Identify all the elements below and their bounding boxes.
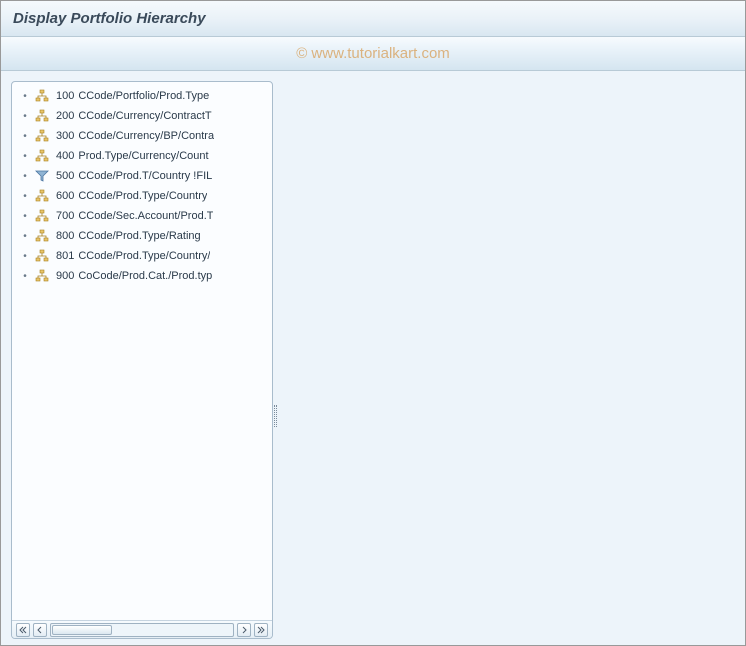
watermark-text: © www.tutorialkart.com (296, 45, 450, 62)
title-bar: Display Portfolio Hierarchy (1, 1, 745, 37)
tree-item-code: 800 (56, 230, 74, 242)
tree-item-code: 801 (56, 250, 74, 262)
tree-item-label: CCode/Currency/BP/Contra (78, 130, 214, 142)
tree-item-label: CCode/Currency/ContractT (78, 110, 211, 122)
bullet-icon: • (20, 211, 30, 222)
right-pane (279, 81, 739, 639)
tree-item[interactable]: • 600 CCode/Prod.Type/Country (16, 186, 272, 206)
bullet-icon: • (20, 231, 30, 242)
toolbar: © www.tutorialkart.com (1, 37, 745, 71)
scroll-last-button[interactable] (254, 623, 268, 637)
tree-panel: • 100 CCode/Portfolio/Prod.Type • 200 CCode/C… (11, 81, 273, 639)
horizontal-scrollbar[interactable] (12, 620, 272, 638)
tree-item[interactable]: • 700 CCode/Sec.Account/Prod.T (16, 206, 272, 226)
scroll-thumb[interactable] (52, 625, 112, 635)
tree-item-code: 900 (56, 270, 74, 282)
content-area: • 100 CCode/Portfolio/Prod.Type • 200 CCode/C… (1, 71, 745, 645)
tree-item-code: 400 (56, 150, 74, 162)
tree-item-label: CCode/Prod.Type/Rating (78, 230, 200, 242)
scroll-right-button[interactable] (237, 623, 251, 637)
tree-item[interactable]: • 300 CCode/Currency/BP/Contra (16, 126, 272, 146)
tree-item-label: CCode/Prod.T/Country !FIL (78, 170, 212, 182)
hierarchy-icon (34, 188, 50, 204)
tree-item[interactable]: • 200 CCode/Currency/ContractT (16, 106, 272, 126)
tree-item-label: CCode/Prod.Type/Country (78, 190, 207, 202)
tree-item-code: 100 (56, 90, 74, 102)
scroll-first-button[interactable] (16, 623, 30, 637)
bullet-icon: • (20, 171, 30, 182)
splitter[interactable] (273, 81, 279, 639)
tree-item-code: 500 (56, 170, 74, 182)
bullet-icon: • (20, 91, 30, 102)
tree-item-label: CCode/Prod.Type/Country/ (78, 250, 210, 262)
bullet-icon: • (20, 251, 30, 262)
tree-item-label: CCode/Portfolio/Prod.Type (78, 90, 209, 102)
tree-item-label: Prod.Type/Currency/Count (78, 150, 208, 162)
tree-body: • 100 CCode/Portfolio/Prod.Type • 200 CCode/C… (12, 82, 272, 620)
tree-item[interactable]: • 800 CCode/Prod.Type/Rating (16, 226, 272, 246)
filter-icon (34, 168, 50, 184)
page-title: Display Portfolio Hierarchy (13, 10, 206, 27)
bullet-icon: • (20, 271, 30, 282)
scroll-track[interactable] (50, 623, 234, 637)
bullet-icon: • (20, 131, 30, 142)
bullet-icon: • (20, 111, 30, 122)
tree-item-code: 700 (56, 210, 74, 222)
tree-item-label: CCode/Sec.Account/Prod.T (78, 210, 213, 222)
hierarchy-icon (34, 148, 50, 164)
tree-item[interactable]: • 801 CCode/Prod.Type/Country/ (16, 246, 272, 266)
tree-item-code: 300 (56, 130, 74, 142)
tree-item-code: 200 (56, 110, 74, 122)
tree-item[interactable]: • 900 CoCode/Prod.Cat./Prod.typ (16, 266, 272, 286)
scroll-left-button[interactable] (33, 623, 47, 637)
hierarchy-icon (34, 88, 50, 104)
splitter-grip-icon (274, 405, 277, 427)
tree-item[interactable]: • 400 Prod.Type/Currency/Count (16, 146, 272, 166)
bullet-icon: • (20, 151, 30, 162)
tree-item-code: 600 (56, 190, 74, 202)
hierarchy-icon (34, 268, 50, 284)
tree-item[interactable]: • 500 CCode/Prod.T/Country !FIL (16, 166, 272, 186)
hierarchy-icon (34, 128, 50, 144)
hierarchy-icon (34, 248, 50, 264)
hierarchy-icon (34, 108, 50, 124)
hierarchy-icon (34, 228, 50, 244)
bullet-icon: • (20, 191, 30, 202)
tree-item[interactable]: • 100 CCode/Portfolio/Prod.Type (16, 86, 272, 106)
tree-item-label: CoCode/Prod.Cat./Prod.typ (78, 270, 212, 282)
hierarchy-icon (34, 208, 50, 224)
